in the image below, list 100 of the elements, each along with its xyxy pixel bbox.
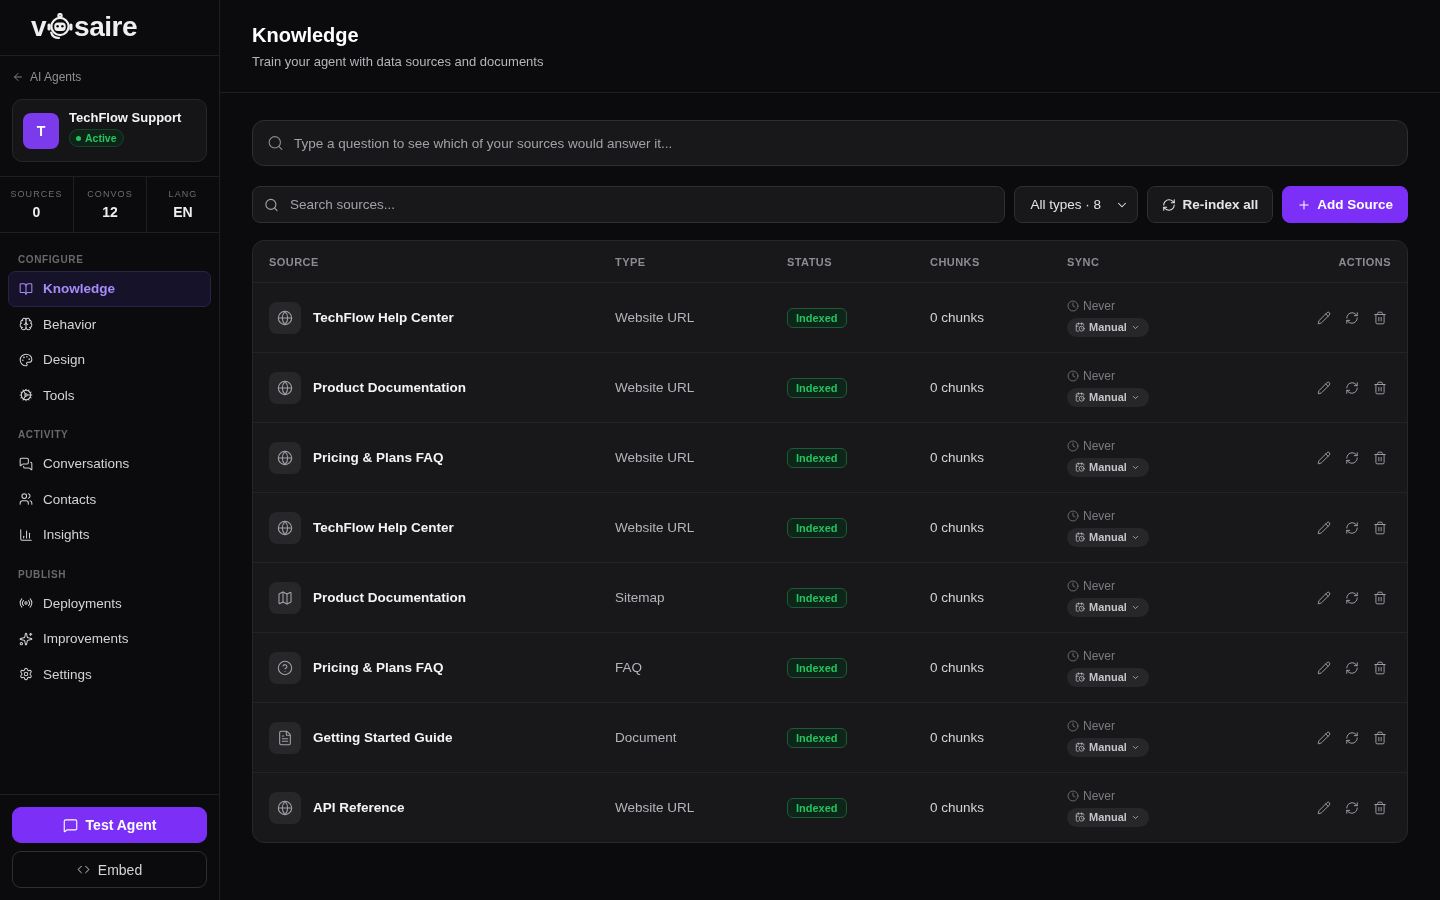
pencil-icon <box>1317 380 1331 395</box>
plus-icon <box>1297 197 1312 212</box>
column-header: STATUS <box>787 255 832 268</box>
column-header: CHUNKS <box>930 255 980 268</box>
source-type: FAQ <box>615 660 642 675</box>
globe-icon <box>269 441 301 474</box>
search-icon <box>267 134 284 152</box>
source-name: Getting Started Guide <box>313 730 453 745</box>
nav-item[interactable]: Design <box>8 342 211 378</box>
settings-icon <box>19 667 33 682</box>
search-icon <box>264 197 279 212</box>
last-sync-text: Never <box>1083 718 1115 733</box>
trash-icon <box>1373 730 1387 745</box>
source-name: TechFlow Help Center <box>313 310 454 325</box>
stat-value: EN <box>173 204 193 220</box>
trash-icon <box>1373 520 1387 535</box>
last-sync-text: Never <box>1083 368 1115 383</box>
last-sync-text: Never <box>1083 508 1115 523</box>
arrow-left-icon <box>12 70 24 83</box>
trash-icon <box>1373 660 1387 675</box>
pencil-icon <box>1317 310 1331 325</box>
last-sync-text: Never <box>1083 578 1115 593</box>
refresh-icon <box>1345 310 1359 325</box>
map-icon <box>269 581 301 614</box>
chunk-count: 0 chunks <box>930 730 985 745</box>
calendar-clock-icon <box>1075 392 1085 402</box>
clock-icon <box>1067 649 1079 662</box>
source-type: Website URL <box>615 520 695 535</box>
trash-icon <box>1373 590 1387 605</box>
nav-item[interactable]: Conversations <box>8 446 211 482</box>
column-header: SOURCE <box>269 255 319 268</box>
type-filter-dropdown[interactable]: All types · 8 <box>1014 186 1139 223</box>
test-agent-button[interactable]: Test Agent <box>12 807 207 843</box>
status-badge: Indexed <box>787 447 847 468</box>
source-name: API Reference <box>313 800 405 815</box>
nav-item[interactable]: Contacts <box>8 481 211 517</box>
bar-chart-icon <box>19 527 33 542</box>
globe-icon <box>269 791 301 824</box>
sync-mode-dropdown[interactable]: Manual <box>1067 807 1149 827</box>
code-icon <box>76 863 90 876</box>
source-name: Pricing & Plans FAQ <box>313 660 444 675</box>
add-source-button[interactable]: Add Source <box>1282 186 1408 223</box>
search-field[interactable]: Search sources... <box>252 186 1006 223</box>
page-title: Knowledge <box>252 23 359 48</box>
calendar-clock-icon <box>1075 322 1085 332</box>
nav-item[interactable]: Knowledge <box>8 271 211 307</box>
status-badge: Indexed <box>787 307 847 328</box>
sparkles-icon <box>19 631 33 646</box>
status-dot-icon <box>76 135 81 141</box>
sync-mode-dropdown[interactable]: Manual <box>1067 527 1149 547</box>
source-type: Website URL <box>615 310 695 325</box>
sync-mode-dropdown[interactable]: Manual <box>1067 597 1149 617</box>
pencil-icon <box>1317 800 1331 815</box>
nav-item[interactable]: Improvements <box>8 621 211 657</box>
sync-mode-dropdown[interactable]: Manual <box>1067 387 1149 407</box>
status-badge: Active <box>69 129 124 147</box>
nav-item[interactable]: Insights <box>8 517 211 553</box>
nav-section-label: PUBLISH <box>17 568 68 581</box>
nav-item[interactable]: Tools <box>8 377 211 413</box>
pencil-icon <box>1317 730 1331 745</box>
calendar-clock-icon <box>1075 602 1085 612</box>
status-badge: Indexed <box>787 727 847 748</box>
trash-icon <box>1373 380 1387 395</box>
palette-icon <box>19 352 33 367</box>
source-name: Pricing & Plans FAQ <box>313 450 444 465</box>
embed-button[interactable]: Embed <box>12 851 207 888</box>
source-type: Document <box>615 730 677 745</box>
last-sync-text: Never <box>1083 788 1115 803</box>
document-icon <box>269 721 301 754</box>
nav-item[interactable]: Behavior <box>8 306 211 342</box>
source-type: Website URL <box>615 450 695 465</box>
clock-icon <box>1067 719 1079 732</box>
source-type: Website URL <box>615 800 695 815</box>
source-name: Product Documentation <box>313 380 466 395</box>
ask-question-field[interactable]: Type a question to see which of your sources would answer it... <box>252 120 1408 166</box>
nav-item[interactable]: Settings <box>8 656 211 692</box>
chunk-count: 0 chunks <box>930 800 985 815</box>
refresh-icon <box>1345 800 1359 815</box>
status-badge: Indexed <box>787 377 847 398</box>
sync-mode-dropdown[interactable]: Manual <box>1067 737 1149 757</box>
agent-avatar: T <box>23 112 59 149</box>
refresh-icon <box>1162 197 1177 212</box>
refresh-icon <box>1345 450 1359 465</box>
reindex-button[interactable]: Re-index all <box>1147 186 1274 223</box>
source-type: Sitemap <box>615 590 665 605</box>
trash-icon <box>1373 310 1387 325</box>
page-subtitle: Train your agent with data sources and documents <box>252 54 544 70</box>
stat-value: 0 <box>32 204 41 220</box>
brain-icon <box>19 317 33 332</box>
back-link[interactable]: AI Agents <box>12 68 82 85</box>
clock-icon <box>1067 369 1079 382</box>
robot-head-icon <box>47 13 74 40</box>
status-badge: Indexed <box>787 517 847 538</box>
nav-item[interactable]: Deployments <box>8 585 211 621</box>
sync-mode-dropdown[interactable]: Manual <box>1067 317 1149 337</box>
pencil-icon <box>1317 660 1331 675</box>
globe-icon <box>269 511 301 544</box>
sync-mode-dropdown[interactable]: Manual <box>1067 667 1149 687</box>
pencil-icon <box>1317 590 1331 605</box>
sync-mode-dropdown[interactable]: Manual <box>1067 457 1149 477</box>
